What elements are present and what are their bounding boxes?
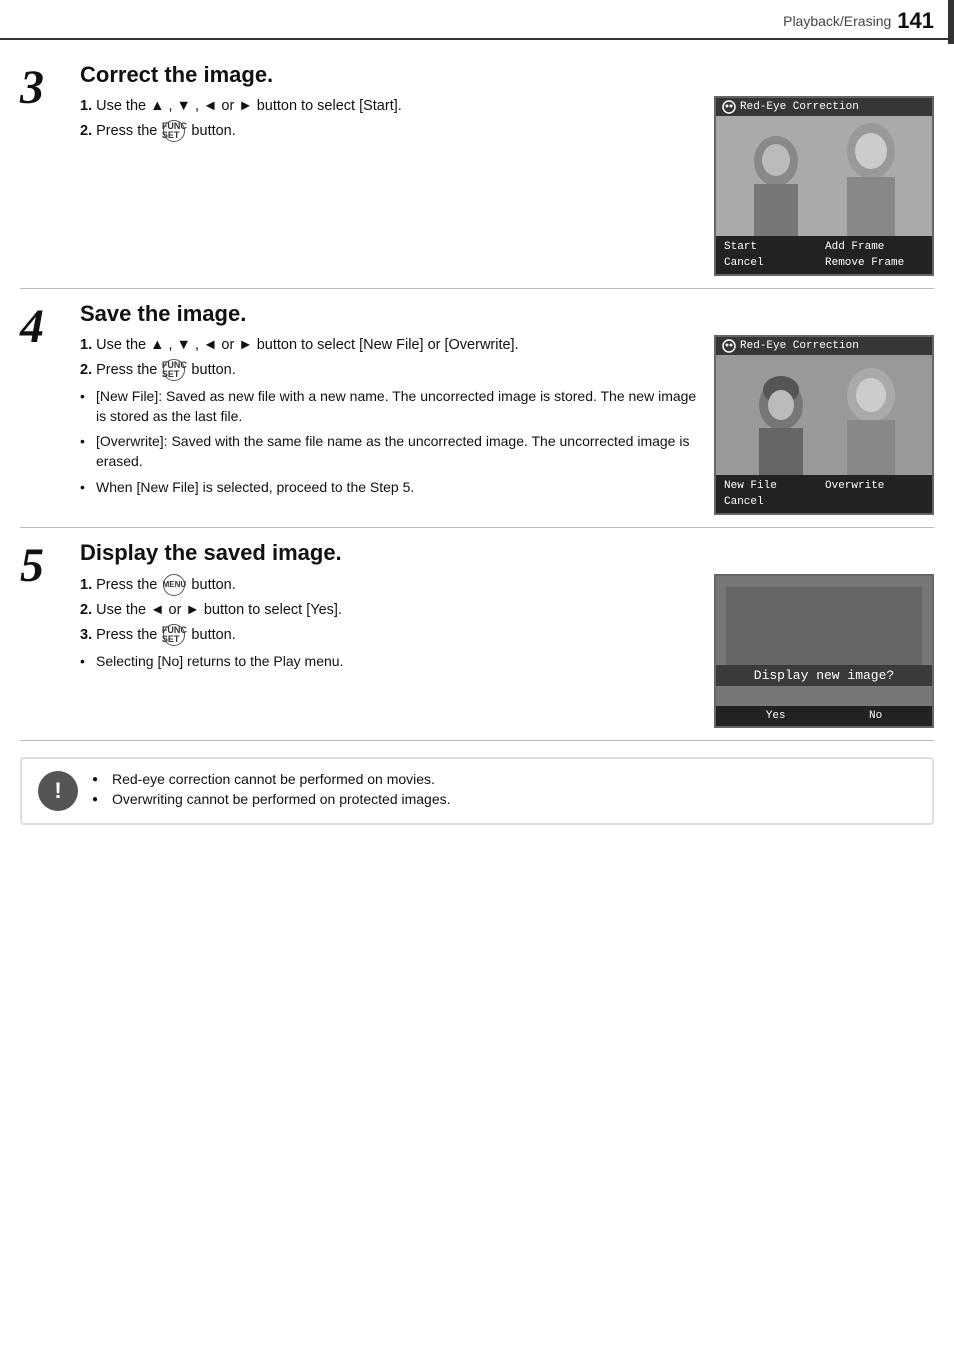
step-4-screen-menu: New File Overwrite Cancel [716, 475, 932, 513]
step-3-instructions: 1. Use the ▲ , ▼ , ◄ or ► button to sele… [80, 96, 698, 276]
header-bar-decoration [948, 0, 954, 44]
menu-empty [825, 495, 924, 509]
step-5-screen: Display new image? Yes No [714, 574, 934, 728]
step-3-photo-svg [716, 116, 932, 236]
step-5-display-area: Display new image? [716, 576, 932, 706]
step-3-screen: Red-Eye Correction [714, 96, 934, 276]
step-3-number: 3 [20, 64, 44, 112]
menu-yes: Yes [766, 710, 786, 722]
step-3-number-col: 3 [20, 62, 80, 276]
menu-button-icon: MENU [163, 574, 185, 596]
menu-new-file: New File [724, 479, 823, 493]
step-4-photo-svg [716, 355, 932, 475]
step-5-instruction-list: 1. Press the MENU button. 2. Use the ◄ o… [80, 574, 698, 672]
step-5-instruction-1: 1. Press the MENU button. [80, 574, 698, 596]
step-5-title: Display the saved image. [80, 540, 934, 566]
step-5-body: Display the saved image. 1. Press the ME… [80, 540, 934, 728]
step-4-number-col: 4 [20, 301, 80, 515]
step-3-screen-title: Red-Eye Correction [740, 101, 859, 113]
step-4-screen: Red-Eye Correction [714, 335, 934, 515]
step-4-bullet-2: [Overwrite]: Saved with the same file na… [80, 432, 698, 471]
func-set-button-icon-1: FUNCSET [163, 120, 185, 142]
step-5-bottom-menu: Yes No [716, 706, 932, 726]
menu-remove-frame: Remove Frame [825, 256, 924, 270]
step-5-bullet-1: Selecting [No] returns to the Play menu. [80, 652, 698, 672]
page-header: Playback/Erasing 141 [0, 0, 954, 40]
or-text-4: or [169, 602, 182, 618]
display-new-image-text: Display new image? [716, 665, 932, 686]
step-3-section: 3 Correct the image. 1. Use the ▲ , ▼ , … [20, 50, 934, 289]
notes-list: Red-eye correction cannot be performed o… [92, 771, 451, 811]
step-4-instructions: 1. Use the ▲ , ▼ , ◄ or ► button to sele… [80, 335, 698, 515]
step-4-bullet-1: [New File]: Saved as new file with a new… [80, 387, 698, 426]
red-eye-correction-icon-2 [722, 339, 736, 353]
or-text-2: or [221, 337, 234, 353]
step-3-camera-screen: Red-Eye Correction [714, 96, 934, 276]
note-1: Red-eye correction cannot be performed o… [92, 771, 451, 787]
step-5-camera-screen: Display new image? Yes No [714, 574, 934, 728]
step-4-instruction-2: 2. Press the FUNCSET button. [80, 359, 698, 381]
step-4-title: Save the image. [80, 301, 934, 327]
step-5-number: 5 [20, 542, 44, 590]
or-text-3: or [428, 337, 441, 353]
step-4-photo [716, 355, 932, 475]
step-3-instruction-1: 1. Use the ▲ , ▼ , ◄ or ► button to sele… [80, 96, 698, 116]
menu-add-frame: Add Frame [825, 240, 924, 254]
step-4-instruction-1: 1. Use the ▲ , ▼ , ◄ or ► button to sele… [80, 335, 698, 355]
step-5-photo-svg [716, 576, 932, 706]
step-5-instruction-2: 2. Use the ◄ or ► button to select [Yes]… [80, 600, 698, 620]
page-number: 141 [897, 8, 934, 34]
step-4-section: 4 Save the image. 1. Use the ▲ , ▼ , ◄ o… [20, 289, 934, 528]
step-5-number-col: 5 [20, 540, 80, 728]
menu-cancel-1: Cancel [724, 256, 823, 270]
menu-cancel-2: Cancel [724, 495, 823, 509]
step-5-content: 1. Press the MENU button. 2. Use the ◄ o… [80, 574, 934, 728]
step-3-screen-menu: Start Add Frame Cancel Remove Frame [716, 236, 932, 274]
step-5-section: 5 Display the saved image. 1. Press the … [20, 528, 934, 741]
step-3-screen-header: Red-Eye Correction [716, 98, 932, 116]
step-5-instruction-3: 3. Press the FUNCSET button. [80, 624, 698, 646]
step-3-instruction-2: 2. Press the FUNCSET button. [80, 120, 698, 142]
step-4-camera-screen: Red-Eye Correction [714, 335, 934, 515]
note-2: Overwriting cannot be performed on prote… [92, 791, 451, 807]
step-4-number: 4 [20, 303, 44, 351]
step-4-bullet-3: When [New File] is selected, proceed to … [80, 478, 698, 498]
menu-no: No [869, 710, 882, 722]
step-4-content: 1. Use the ▲ , ▼ , ◄ or ► button to sele… [80, 335, 934, 515]
step-3-content: 1. Use the ▲ , ▼ , ◄ or ► button to sele… [80, 96, 934, 276]
step-4-screen-header: Red-Eye Correction [716, 337, 932, 355]
section-label: Playback/Erasing [783, 13, 891, 29]
caution-icon: ! [38, 771, 78, 811]
menu-start: Start [724, 240, 823, 254]
main-content: 3 Correct the image. 1. Use the ▲ , ▼ , … [0, 40, 954, 845]
red-eye-correction-icon-1 [722, 100, 736, 114]
step-4-body: Save the image. 1. Use the ▲ , ▼ , ◄ or … [80, 301, 934, 515]
step-3-body: Correct the image. 1. Use the ▲ , ▼ , ◄ … [80, 62, 934, 276]
step-5-instructions: 1. Press the MENU button. 2. Use the ◄ o… [80, 574, 698, 728]
notes-section: ! Red-eye correction cannot be performed… [20, 757, 934, 825]
step-3-photo [716, 116, 932, 236]
func-set-button-icon-3: FUNCSET [163, 624, 185, 646]
step-3-instruction-list: 1. Use the ▲ , ▼ , ◄ or ► button to sele… [80, 96, 698, 142]
step-3-title: Correct the image. [80, 62, 934, 88]
step-4-screen-title: Red-Eye Correction [740, 340, 859, 352]
menu-overwrite: Overwrite [825, 479, 924, 493]
func-set-button-icon-2: FUNCSET [163, 359, 185, 381]
step-4-instruction-list: 1. Use the ▲ , ▼ , ◄ or ► button to sele… [80, 335, 698, 497]
or-text-1: or [221, 98, 234, 114]
